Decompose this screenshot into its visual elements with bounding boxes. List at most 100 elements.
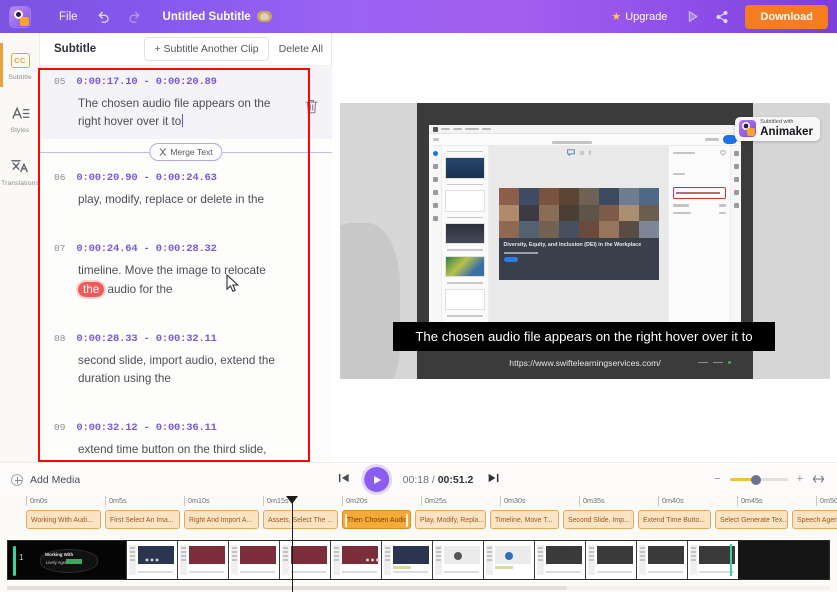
subtitle-index: 09 <box>54 421 66 433</box>
highlighted-audio-field <box>673 187 726 199</box>
filmstrip-frame[interactable] <box>177 541 228 579</box>
zoom-slider-handle[interactable] <box>750 474 761 485</box>
preview-play-icon[interactable] <box>677 0 707 33</box>
redo-icon[interactable] <box>119 0 149 33</box>
add-media-button[interactable]: Add Media <box>0 473 81 486</box>
filmstrip-frame[interactable] <box>687 541 738 579</box>
sidebar-item-translations[interactable]: Translations <box>0 149 40 193</box>
video-stage[interactable]: Diversity, Equity, and Inclusion (DEI) i… <box>340 103 830 379</box>
dei-slide: Diversity, Equity, and Inclusion (DEI) i… <box>498 188 659 280</box>
timeline-scrollbar[interactable] <box>7 586 830 590</box>
skip-next-icon[interactable] <box>487 471 499 489</box>
subtitle-text[interactable]: timeline. Move the image to relocate the… <box>78 262 290 298</box>
inner-app-toolbar <box>429 134 741 146</box>
add-media-label: Add Media <box>30 473 81 486</box>
timeline-subtitle-chip[interactable]: Second Slide, Imp... <box>563 510 634 529</box>
panel-header <box>673 150 726 156</box>
upgrade-button[interactable]: ★ Upgrade <box>601 10 677 24</box>
dei-slide-subtitle <box>503 252 538 255</box>
subtitle-timecode: 0:00:28.33 - 0:00:32.11 <box>76 332 217 345</box>
undo-icon[interactable] <box>89 0 119 33</box>
clip-start-handle[interactable] <box>13 546 16 576</box>
add-subtitle-clip-button[interactable]: + Subtitle Another Clip <box>144 37 269 61</box>
subtitle-text[interactable]: The chosen audio file appears on the rig… <box>78 95 290 131</box>
sidebar-item-styles[interactable]: Styles <box>0 96 40 140</box>
timeline[interactable]: 0m0s 0m5s 0m10s 0m15s 0m20s 0m25s 0m30s 0m35s 0m… <box>0 496 837 592</box>
filmstrip-frame[interactable] <box>636 541 687 579</box>
merge-text-label: Merge Text <box>170 147 213 158</box>
laptop-screen: Diversity, Equity, and Inclusion (DEI) i… <box>429 125 741 346</box>
text-styles-icon <box>9 103 31 123</box>
subtitle-clip-track[interactable]: Working With Audi... First Select An Ima.… <box>0 510 837 532</box>
clip-end-handle[interactable] <box>730 544 732 576</box>
subtitle-row-07[interactable]: 07 0:00:24.64 - 0:00:28.32 timeline. Mov… <box>40 233 332 306</box>
filmstrip-frame[interactable] <box>126 541 177 579</box>
animaker-logo-icon[interactable] <box>10 6 30 27</box>
merge-arrows-icon <box>159 148 166 157</box>
karaoke-highlight-word: the <box>78 281 105 297</box>
playhead-icon[interactable] <box>286 496 298 592</box>
row-spacer <box>40 217 332 233</box>
slide-thumb <box>445 288 485 311</box>
timeline-subtitle-chip[interactable]: Right And Import A... <box>184 510 259 529</box>
zoom-out-button[interactable]: − <box>714 474 720 485</box>
skip-previous-icon[interactable] <box>338 471 350 489</box>
zoom-slider[interactable] <box>729 474 788 485</box>
filmstrip-frame[interactable] <box>483 541 534 579</box>
zoom-in-button[interactable]: + <box>797 474 803 485</box>
sidebar-item-subtitle[interactable]: CC Subtitle <box>0 43 40 87</box>
player-bar: Add Media 00:18 / 00:51.2 − + <box>0 462 837 496</box>
filmstrip-frame[interactable] <box>330 541 381 579</box>
track-number: 1 <box>19 553 24 562</box>
timeline-subtitle-chip[interactable]: Extend Time Butto... <box>638 510 711 529</box>
filmstrip-frame[interactable] <box>432 541 483 579</box>
subtitle-row-05[interactable]: 05 0:00:17.10 - 0:00:20.89 The chosen au… <box>40 66 332 140</box>
delete-all-button[interactable]: Delete All <box>279 43 323 55</box>
plus-circle-icon <box>11 473 23 486</box>
subtitle-row-06[interactable]: 06 0:00:20.90 - 0:00:24.63 play, modify,… <box>40 162 332 217</box>
video-clip-first-frame[interactable]: 1 Working With Lively Agenda <box>8 541 126 579</box>
ruler-tick: 0m10s <box>184 496 210 506</box>
filmstrip-frame[interactable] <box>279 541 330 579</box>
play-button[interactable] <box>363 467 389 492</box>
timeline-subtitle-chip[interactable]: Timeline, Move T... <box>490 510 559 529</box>
animaker-subtitle-editor: File Untitled Subtitle ★ Upgrade Downloa… <box>0 0 837 592</box>
sidebar-item-label: Styles <box>10 127 30 134</box>
download-button[interactable]: Download <box>745 4 828 29</box>
subtitle-header: 09 0:00:32.12 - 0:00:36.11 <box>54 422 318 434</box>
trash-icon[interactable] <box>304 98 320 116</box>
video-track[interactable]: 1 Working With Lively Agenda <box>7 540 830 580</box>
share-icon[interactable] <box>707 0 737 33</box>
filmstrip-frame[interactable] <box>534 541 585 579</box>
document-title[interactable]: Untitled Subtitle <box>163 11 272 23</box>
comment-icon <box>566 149 575 156</box>
app-icon <box>433 126 438 132</box>
app-header: File Untitled Subtitle ★ Upgrade Downloa… <box>0 0 837 33</box>
filmstrip-frame[interactable] <box>228 541 279 579</box>
subtitle-list[interactable]: 05 0:00:17.10 - 0:00:20.89 The chosen au… <box>40 66 332 478</box>
subtitle-text[interactable]: play, modify, replace or delete in the <box>78 191 290 209</box>
merge-text-button[interactable]: Merge Text <box>149 143 223 162</box>
timeline-subtitle-chip[interactable]: Assets, Select The ... <box>263 510 338 529</box>
sidebar-item-label: Translations <box>1 180 39 187</box>
timeline-subtitle-chip[interactable]: Speech Agent, Gen... <box>792 510 837 529</box>
home-icon <box>433 138 439 141</box>
ruler-tick: 0m25s <box>421 496 447 506</box>
animaker-logo-icon <box>739 120 757 138</box>
rail-icon <box>432 190 438 195</box>
timeline-ruler[interactable]: 0m0s 0m5s 0m10s 0m15s 0m20s 0m25s 0m30s 0m35s 0m… <box>0 496 837 510</box>
subtitle-row-08[interactable]: 08 0:00:28.33 - 0:00:32.11 second slide,… <box>40 323 332 396</box>
filmstrip-frame[interactable] <box>585 541 636 579</box>
fit-to-screen-icon[interactable] <box>812 471 825 489</box>
timeline-subtitle-chip[interactable]: First Select An Ima... <box>105 510 180 529</box>
timeline-subtitle-chip[interactable]: Then Chosen Audio <box>342 510 411 529</box>
timeline-subtitle-chip[interactable]: Select Generate Tex... <box>715 510 788 529</box>
file-menu[interactable]: File <box>48 0 89 33</box>
current-time: 00:18 <box>402 473 429 486</box>
clip-title-highlight <box>66 559 82 564</box>
filmstrip-frame[interactable] <box>381 541 432 579</box>
slide-label <box>447 282 483 284</box>
timeline-subtitle-chip[interactable]: Working With Audi... <box>26 510 101 529</box>
timeline-subtitle-chip[interactable]: Play, Modify, Repla... <box>415 510 486 529</box>
subtitle-text[interactable]: second slide, import audio, extend the d… <box>78 352 290 388</box>
